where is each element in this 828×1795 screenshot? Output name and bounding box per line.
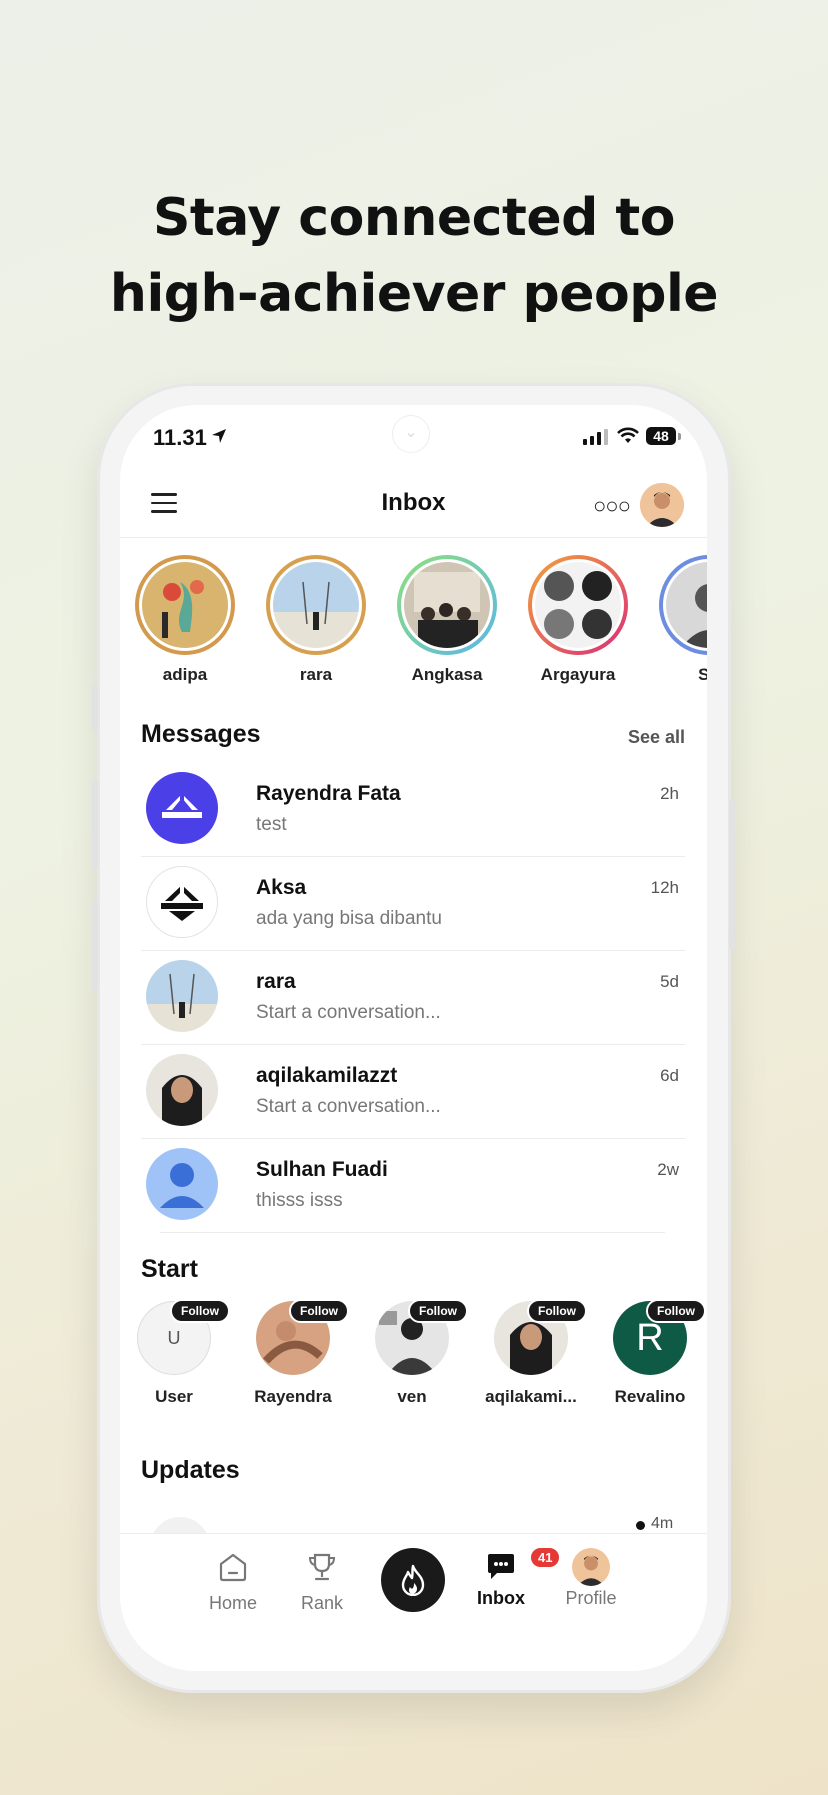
story-ring (135, 555, 235, 655)
messages-title: Messages (141, 720, 261, 748)
headline-line-2: high-achiever people (109, 264, 719, 324)
cellular-signal-icon (583, 429, 608, 445)
message-sender: Sulhan Fuadi (256, 1158, 388, 1181)
story-image (535, 562, 621, 648)
message-time: 6d (660, 1066, 679, 1085)
message-time: 2h (660, 784, 679, 803)
location-arrow-icon (212, 429, 226, 443)
more-options-icon[interactable]: ○○○ (593, 493, 631, 519)
message-row[interactable]: aqilakamilazzt Start a conversation... 6… (141, 1044, 685, 1139)
message-sender: Aksa (256, 876, 307, 899)
suggested-user-name: ven (397, 1387, 427, 1406)
story-label: rara (299, 665, 333, 684)
phone-mute-button (92, 685, 98, 731)
story-item-su[interactable]: Su (649, 555, 707, 685)
story-item-angkasa[interactable]: Angkasa (387, 555, 507, 685)
story-image (273, 562, 359, 648)
wifi-icon (617, 427, 639, 443)
message-row[interactable]: Rayendra Fata test 2h (141, 762, 685, 857)
story-image (404, 562, 490, 648)
tab-inbox[interactable]: 41 Inbox (461, 1546, 562, 1609)
phone-volume-up-button (92, 778, 98, 870)
headline-line-1: Stay connected to (152, 188, 676, 248)
message-preview: Start a conversation... (256, 1096, 441, 1117)
status-time: 11.31 (153, 425, 207, 450)
profile-avatar (572, 1548, 610, 1586)
suggested-user-name: User (155, 1387, 193, 1406)
status-bar: 11.31 ⌄ 48 (120, 405, 707, 469)
message-avatar (146, 1054, 218, 1126)
app-header: Inbox ○○○ (120, 469, 707, 538)
message-row[interactable]: rara Start a conversation... 5d (141, 950, 685, 1045)
message-time: 12h (650, 878, 679, 897)
follow-button[interactable]: Follow (289, 1299, 349, 1323)
tab-label: Inbox (477, 1588, 525, 1608)
story-label: Su (698, 665, 707, 684)
follow-button[interactable]: Follow (408, 1299, 468, 1323)
story-ring (397, 555, 497, 655)
chevron-down-icon[interactable]: ⌄ (392, 415, 430, 453)
phone-volume-down-button (92, 900, 98, 992)
message-row[interactable]: Sulhan Fuadi thisss isss 2w (141, 1138, 685, 1232)
tab-home[interactable]: Home (193, 1552, 273, 1614)
message-preview: test (256, 814, 287, 835)
follow-button[interactable]: Follow (527, 1299, 587, 1323)
story-label: Argayura (540, 665, 616, 684)
message-preview: thisss isss (256, 1190, 343, 1211)
divider (160, 1232, 665, 1233)
message-sender: rara (256, 970, 296, 993)
suggested-users-row: U User Rayendra ven aqilakami... R Reval… (120, 1299, 707, 1421)
battery-tip (678, 433, 681, 440)
start-title: Start (141, 1255, 198, 1283)
message-avatar (146, 866, 218, 938)
message-preview: Start a conversation... (256, 1002, 441, 1023)
story-ring (266, 555, 366, 655)
follow-button[interactable]: Follow (646, 1299, 706, 1323)
update-time: 4m (651, 1515, 674, 1532)
story-ring (528, 555, 628, 655)
flame-action-button[interactable] (381, 1548, 445, 1612)
story-item-adipa[interactable]: adipa (125, 555, 245, 685)
message-sender: aqilakamilazzt (256, 1064, 398, 1087)
message-avatar (146, 1148, 218, 1220)
see-all-link[interactable]: See all (628, 727, 685, 748)
home-icon (219, 1553, 247, 1582)
tab-label: Profile (565, 1588, 617, 1608)
updates-title: Updates (141, 1456, 240, 1484)
story-item-rara[interactable]: rara (256, 555, 376, 685)
profile-avatar[interactable] (640, 483, 684, 527)
tab-label: Rank (300, 1593, 344, 1613)
battery-indicator: 48 (646, 427, 676, 445)
tab-profile[interactable]: Profile (551, 1548, 631, 1609)
message-sender: Rayendra Fata (256, 782, 401, 805)
phone-screen: 11.31 ⌄ 48 Inbox ○○○ adipa rara Angkasa … (120, 405, 707, 1671)
suggested-user-name: aqilakami... (485, 1387, 577, 1406)
story-ring (659, 555, 707, 655)
message-time: 5d (660, 972, 679, 991)
story-image (142, 562, 228, 648)
flame-icon (401, 1564, 425, 1596)
message-avatar (146, 772, 218, 844)
tab-rank[interactable]: Rank (282, 1552, 362, 1614)
suggested-user-name: Rayendra (254, 1387, 332, 1406)
follow-button[interactable]: Follow (170, 1299, 230, 1323)
message-row[interactable]: Aksa ada yang bisa dibantu 12h (141, 856, 685, 951)
unread-dot-icon (636, 1521, 645, 1530)
story-image (666, 562, 707, 648)
trophy-icon (308, 1553, 336, 1581)
story-label: adipa (162, 665, 208, 684)
headline: Stay connected to high-achiever people (0, 180, 828, 332)
story-label: Angkasa (411, 665, 483, 684)
chat-bubble-icon (488, 1554, 514, 1579)
stories-row: adipa rara Angkasa Argayura S (120, 555, 707, 695)
message-preview: ada yang bisa dibantu (256, 908, 442, 929)
bottom-tab-bar: Home Rank 41 Inbox Profile (120, 1533, 707, 1671)
tab-label: Home (208, 1593, 257, 1613)
story-item-argayura[interactable]: Argayura (518, 555, 638, 685)
message-time: 2w (657, 1160, 679, 1179)
suggested-user-name: Revalino (614, 1387, 686, 1406)
message-avatar (146, 960, 218, 1032)
phone-power-button (729, 800, 735, 950)
